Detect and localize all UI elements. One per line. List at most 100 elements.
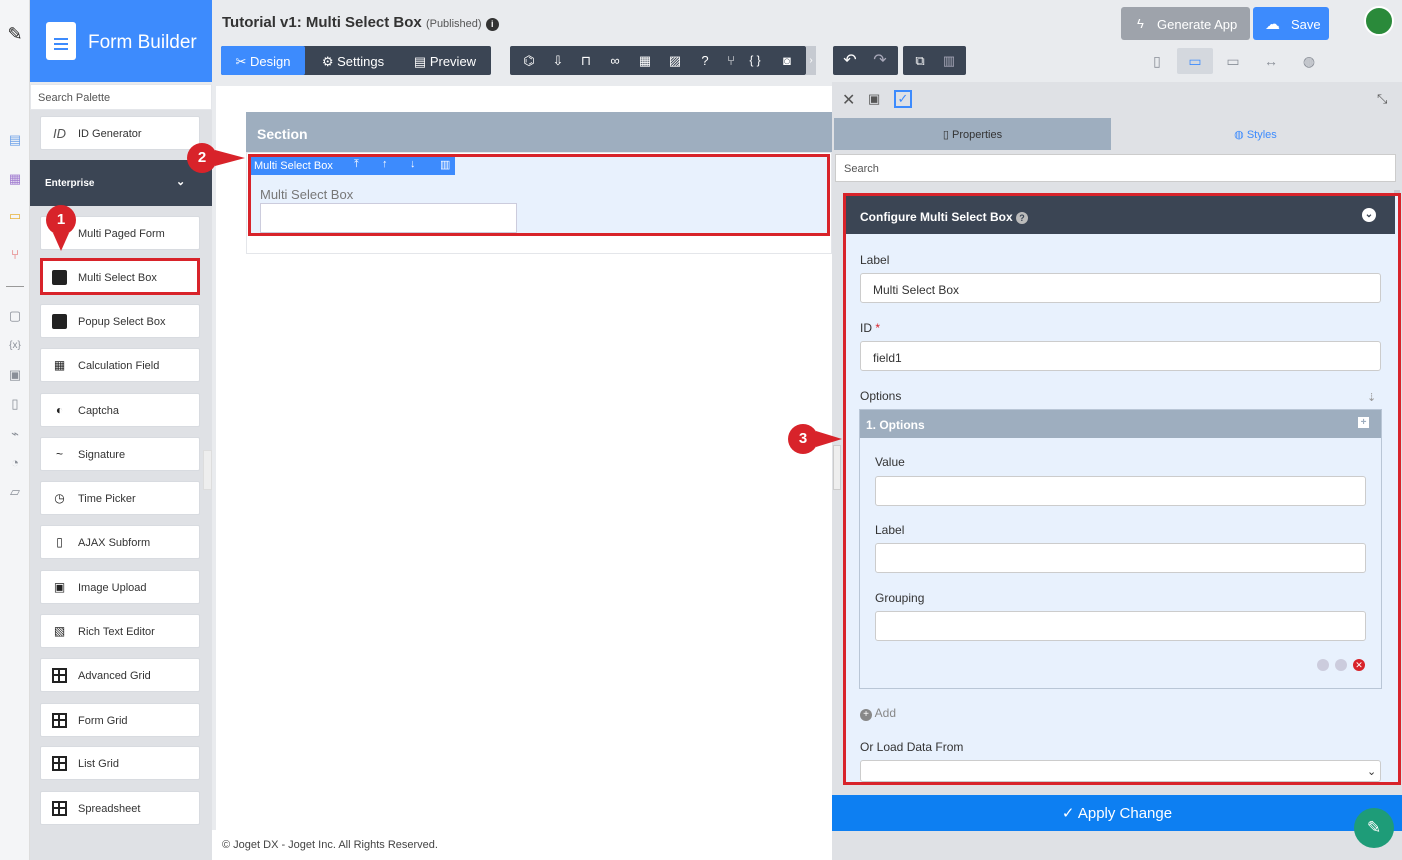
close-icon[interactable]: ✕ <box>842 90 855 110</box>
tab-styles[interactable]: ◍ Styles <box>1111 118 1400 150</box>
marker-3-pointer <box>816 431 842 447</box>
tree-icon[interactable]: ⌬ <box>516 46 542 75</box>
multi-select-input[interactable] <box>260 203 517 233</box>
palette-item-form-grid[interactable]: Form Grid <box>40 703 200 737</box>
help-icon[interactable]: ? <box>692 46 718 75</box>
binoculars-icon[interactable]: ∞ <box>602 46 628 75</box>
save-button[interactable]: ☁ Save <box>1253 7 1329 40</box>
userview-icon[interactable]: ▭ <box>7 208 23 224</box>
delete-icon[interactable]: ▥ <box>440 158 450 171</box>
mobile-view-icon[interactable]: ▯ <box>1139 48 1175 74</box>
move-top-icon[interactable]: ⤒ <box>354 158 359 171</box>
note-icon[interactable]: ▢ <box>7 308 23 324</box>
undo-icon[interactable]: ↶ <box>837 46 863 75</box>
palette-item-id-generator[interactable]: ID ID Generator <box>40 116 200 150</box>
palette-item-image-upload[interactable]: ▣ Image Upload <box>40 570 200 604</box>
tab-preview[interactable]: ▤ Preview <box>403 46 487 75</box>
paste-icon[interactable]: ▥ <box>936 46 962 75</box>
palette-item-spreadsheet[interactable]: Spreadsheet <box>40 791 200 825</box>
palette-item-time-picker[interactable]: ◷ Time Picker <box>40 481 200 515</box>
edit-icon[interactable]: ✎ <box>7 25 23 43</box>
tablet-view-icon[interactable]: ▭ <box>1177 48 1213 74</box>
info-icon[interactable]: i <box>485 18 499 31</box>
cloud-upload-icon: ☁ <box>1265 16 1280 33</box>
move-down-icon[interactable] <box>1335 659 1347 671</box>
redo-icon[interactable]: ↷ <box>867 46 893 75</box>
panel-resize-handle[interactable] <box>833 445 841 490</box>
file-icon[interactable]: ▱ <box>7 484 23 500</box>
tab-properties[interactable]: ▯ Properties <box>834 118 1111 150</box>
help-icon[interactable]: ? <box>1016 212 1029 224</box>
tab-design[interactable]: ✂ Design <box>221 46 305 75</box>
fullwidth-view-icon[interactable]: ↔ <box>1253 48 1289 74</box>
palette-item-label: Spreadsheet <box>78 803 141 815</box>
form-icon[interactable]: ▤ <box>7 132 23 148</box>
palette-item-popup-select-box[interactable]: Popup Select Box <box>40 304 200 338</box>
label-input[interactable]: Multi Select Box <box>860 273 1381 303</box>
palette-theme-icon[interactable]: ◍ <box>1291 48 1327 74</box>
sort-icon[interactable]: ⇣ <box>1367 391 1376 404</box>
translate-icon[interactable]: ▣ <box>7 367 23 383</box>
image-icon: ▣ <box>53 580 66 594</box>
collapse-panel-icon[interactable]: ⤡ <box>1377 91 1387 107</box>
branch-icon[interactable]: ⑂ <box>718 46 744 75</box>
move-down-icon[interactable]: ↓ <box>410 158 416 170</box>
chevron-down-icon[interactable]: ⌄ <box>1362 208 1376 222</box>
palette-collapse-handle[interactable] <box>203 450 212 490</box>
palette-item-rich-text-editor[interactable]: ▧ Rich Text Editor <box>40 614 200 648</box>
checkbox-icon[interactable]: ✓ <box>894 90 912 108</box>
undo-redo-bar: ↶ ↷ <box>833 46 898 75</box>
download-icon[interactable]: ⇩ <box>545 46 571 75</box>
palette-category-enterprise[interactable]: Enterprise ⌄ <box>30 160 212 206</box>
tab-settings[interactable]: ⚙ Settings <box>311 46 395 75</box>
palette-item-list-grid[interactable]: List Grid <box>40 746 200 780</box>
label-field-label: Label <box>860 253 890 267</box>
hash-variable-icon[interactable]: {x} <box>7 338 23 354</box>
section-header[interactable]: Section <box>246 112 832 152</box>
plugin-icon[interactable]: ⌁ <box>7 426 23 442</box>
design-icon: ✂ <box>235 54 247 69</box>
option-label-input[interactable] <box>875 543 1366 573</box>
option-value-input[interactable] <box>875 476 1366 506</box>
palette-item-advanced-grid[interactable]: Advanced Grid <box>40 658 200 692</box>
brand-title: Form Builder <box>88 32 197 53</box>
option-grouping-input[interactable] <box>875 611 1366 641</box>
process-icon[interactable]: ⑂ <box>7 247 23 263</box>
palette-item-signature[interactable]: ~ Signature <box>40 437 200 471</box>
table-icon[interactable]: ▦ <box>632 46 658 75</box>
properties-search-input[interactable]: Search <box>835 154 1396 182</box>
remove-icon[interactable]: ✕ <box>1353 659 1365 671</box>
apply-change-button[interactable]: ✓ Apply Change <box>832 795 1402 831</box>
options-group-header: 1. Options + <box>860 410 1381 438</box>
palette-item-calculation-field[interactable]: ▦ Calculation Field <box>40 348 200 382</box>
code-icon[interactable]: { } <box>742 46 768 75</box>
field-label: Multi Select Box <box>260 187 354 202</box>
move-up-icon[interactable] <box>1317 659 1329 671</box>
language-icon[interactable]: ▨ <box>662 46 688 75</box>
load-data-select[interactable]: ⌄ <box>860 760 1381 782</box>
laptop-view-icon[interactable]: ▭ <box>1215 48 1251 74</box>
palette-item-captcha[interactable]: ◐ Captcha <box>40 393 200 427</box>
grid-icon <box>52 668 67 683</box>
configure-header[interactable]: Configure Multi Select Box ? ⌄ <box>846 196 1395 234</box>
add-option-button[interactable]: + Add <box>860 706 896 721</box>
element-toolbar: Multi Select Box ⤒ ↑ ↓ ▥ <box>251 157 455 175</box>
lock-icon[interactable]: ⊓ <box>573 46 599 75</box>
list-icon[interactable]: ▦ <box>7 171 23 187</box>
id-input[interactable]: field1 <box>860 341 1381 371</box>
avatar[interactable] <box>1364 6 1394 36</box>
edit-fab-button[interactable]: ✎ <box>1354 808 1394 848</box>
palette-search-input[interactable]: Search Palette <box>30 84 212 110</box>
expand-icon[interactable]: + <box>1358 417 1369 428</box>
move-up-icon[interactable]: ↑ <box>382 158 388 170</box>
generate-app-button[interactable]: ϟ Generate App <box>1121 7 1250 40</box>
copy-icon[interactable]: ⧉ <box>907 46 933 75</box>
toolbar-scroll-right-icon[interactable]: › <box>806 46 816 75</box>
palette-item-ajax-subform[interactable]: ▯ AJAX Subform <box>40 525 200 559</box>
pdf-icon[interactable]: ▯ <box>7 396 23 412</box>
performance-icon[interactable]: ◔ <box>7 455 23 471</box>
grid-icon <box>52 801 67 816</box>
camera-icon[interactable]: ◙ <box>774 46 800 75</box>
minimize-icon[interactable]: ▣ <box>868 91 880 107</box>
palette-item-label: AJAX Subform <box>78 537 151 549</box>
